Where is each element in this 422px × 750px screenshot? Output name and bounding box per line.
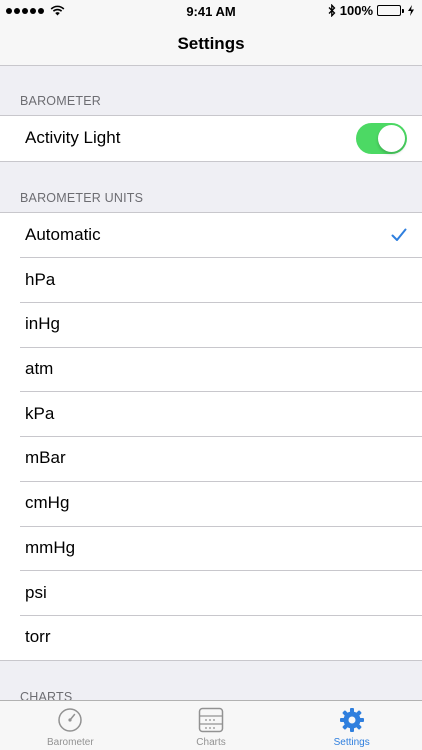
unit-label: psi <box>25 582 47 602</box>
unit-label: atm <box>25 359 54 379</box>
tab-charts[interactable]: Charts <box>141 701 282 750</box>
tab-label: Settings <box>333 737 370 748</box>
tab-bar: Barometer Charts Settings <box>0 700 422 750</box>
unit-label: torr <box>25 627 51 647</box>
unit-label: mBar <box>25 448 66 468</box>
unit-row-mbar[interactable]: mBar <box>0 436 422 481</box>
unit-row-hpa[interactable]: hPa <box>0 257 422 302</box>
unit-row-cmhg[interactable]: cmHg <box>0 480 422 526</box>
barometer-group: Activity Light <box>0 115 422 162</box>
navigation-bar: Settings <box>0 22 422 66</box>
page-title: Settings <box>177 34 245 53</box>
units-group: Automatic hPa inHg atm kPa mBar cmHg mmH… <box>0 211 422 661</box>
toggle-knob <box>378 124 405 152</box>
section-header-units: BAROMETER UNITS <box>20 190 144 205</box>
unit-row-atm[interactable]: atm <box>0 346 422 392</box>
status-right: 100% <box>328 3 414 18</box>
unit-label: inHg <box>25 314 60 334</box>
activity-light-row: Activity Light <box>0 116 422 161</box>
unit-label: cmHg <box>25 493 70 513</box>
gear-icon <box>339 708 364 732</box>
tab-barometer[interactable]: Barometer <box>0 701 141 750</box>
settings-list[interactable]: BAROMETER Activity Light BAROMETER UNITS… <box>0 66 422 700</box>
status-bar: 9:41 AM 100% <box>0 0 422 22</box>
activity-light-toggle[interactable] <box>356 122 407 154</box>
unit-label: Automatic <box>25 225 101 245</box>
unit-row-automatic[interactable]: Automatic <box>0 213 422 258</box>
unit-row-inhg[interactable]: inHg <box>0 302 422 347</box>
unit-label: hPa <box>25 269 56 289</box>
activity-light-label: Activity Light <box>25 128 121 148</box>
unit-label: mmHg <box>25 537 76 557</box>
tab-settings[interactable]: Settings <box>281 701 422 750</box>
battery-percent: 100% <box>339 3 373 18</box>
unit-row-kpa[interactable]: kPa <box>0 391 422 436</box>
tab-label: Barometer <box>46 737 94 748</box>
section-header-barometer: BAROMETER <box>20 94 101 108</box>
tab-label: Charts <box>196 737 226 748</box>
unit-label: kPa <box>25 403 55 423</box>
checkmark-icon <box>391 228 407 242</box>
unit-row-torr[interactable]: torr <box>0 614 422 660</box>
chart-icon <box>198 707 224 733</box>
unit-row-psi[interactable]: psi <box>0 570 422 615</box>
battery-icon <box>377 5 404 16</box>
bluetooth-icon <box>328 4 336 17</box>
charging-icon <box>408 5 414 16</box>
section-header-charts: CHARTS <box>20 689 73 700</box>
gauge-icon <box>58 708 83 732</box>
unit-row-mmhg[interactable]: mmHg <box>0 525 422 571</box>
